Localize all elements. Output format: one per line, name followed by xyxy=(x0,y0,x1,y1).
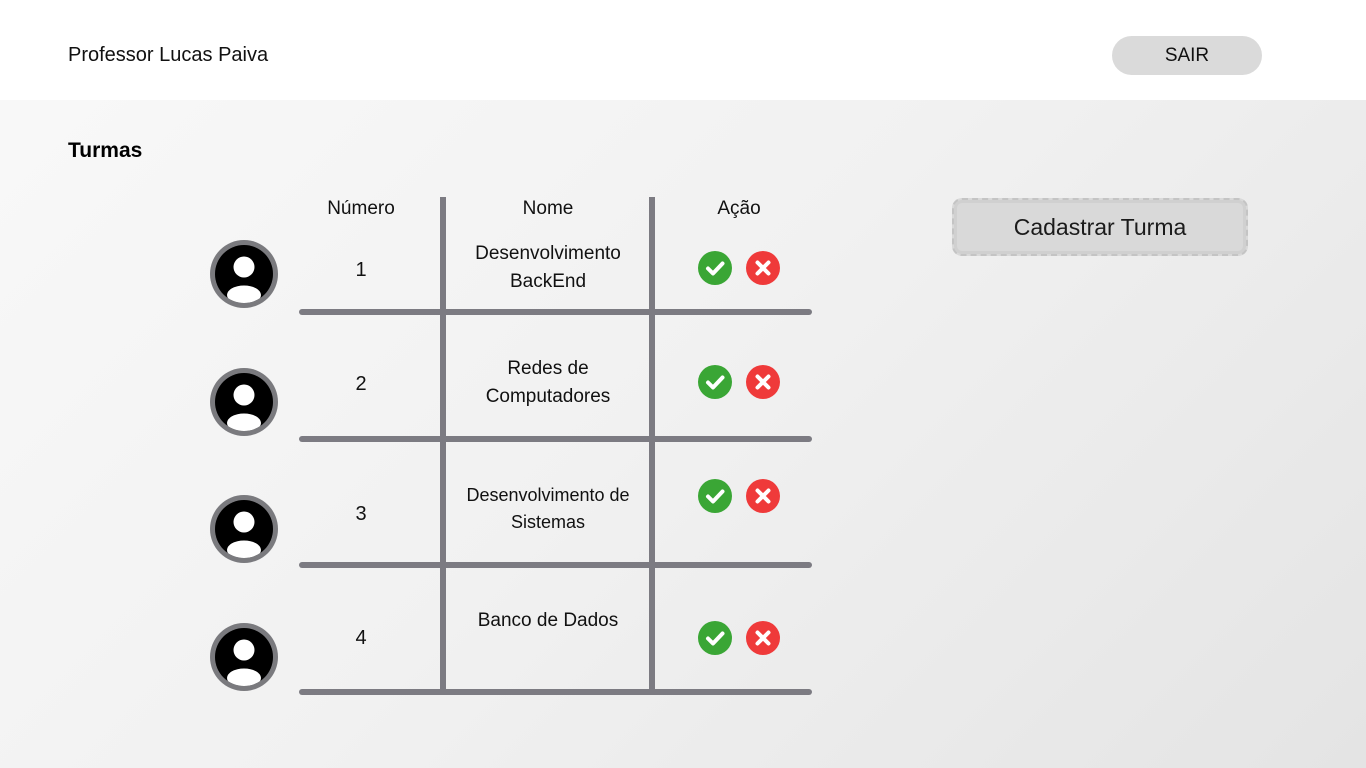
row-name: Desenvolvimento de Sistemas xyxy=(446,482,650,536)
top-bar: Professor Lucas Paiva SAIR xyxy=(0,0,1366,100)
column-header-number: Número xyxy=(327,198,395,219)
classes-table: Número Nome Ação 1 Desenvolvimento BackE… xyxy=(0,0,1366,768)
row-name: Banco de Dados xyxy=(446,607,650,635)
x-circle-icon[interactable] xyxy=(746,251,780,285)
row-divider xyxy=(299,562,812,568)
avatar xyxy=(210,623,278,691)
row-number: 2 xyxy=(355,373,367,395)
row-name-line: Sistemas xyxy=(510,512,586,532)
user-avatar-icon xyxy=(215,373,273,431)
row-name-line: BackEnd xyxy=(509,271,587,292)
user-avatar-icon xyxy=(215,628,273,686)
avatar xyxy=(210,240,278,308)
x-circle-icon[interactable] xyxy=(746,621,780,655)
user-avatar-icon xyxy=(215,500,273,558)
column-header-name: Nome xyxy=(522,198,574,219)
row-number: 3 xyxy=(355,503,367,525)
avatar xyxy=(210,368,278,436)
row-divider xyxy=(299,436,812,442)
page-title: Turmas xyxy=(68,139,143,162)
user-avatar-icon xyxy=(215,245,273,303)
row-divider xyxy=(299,309,812,315)
row-number: 1 xyxy=(355,259,367,281)
check-circle-icon[interactable] xyxy=(698,479,732,513)
user-name: Professor Lucas Paiva xyxy=(68,44,269,66)
logout-button[interactable]: SAIR xyxy=(1112,36,1262,75)
check-circle-icon[interactable] xyxy=(698,365,732,399)
row-name-line: Desenvolvimento xyxy=(475,243,621,264)
column-header-action: Ação xyxy=(717,198,761,219)
x-circle-icon[interactable] xyxy=(746,365,780,399)
check-circle-icon[interactable] xyxy=(698,621,732,655)
row-name-line: Banco de Dados xyxy=(477,610,619,631)
row-name: Redes de Computadores xyxy=(446,355,650,411)
row-name: Desenvolvimento BackEnd xyxy=(446,240,650,296)
row-name-line: Computadores xyxy=(485,386,611,407)
check-circle-icon[interactable] xyxy=(698,251,732,285)
row-number: 4 xyxy=(355,627,367,649)
avatar xyxy=(210,495,278,563)
row-name-line: Redes de xyxy=(507,358,589,379)
row-divider xyxy=(299,689,812,695)
row-name-line: Desenvolvimento de xyxy=(466,485,630,505)
register-class-button[interactable]: Cadastrar Turma xyxy=(952,198,1248,256)
x-circle-icon[interactable] xyxy=(746,479,780,513)
